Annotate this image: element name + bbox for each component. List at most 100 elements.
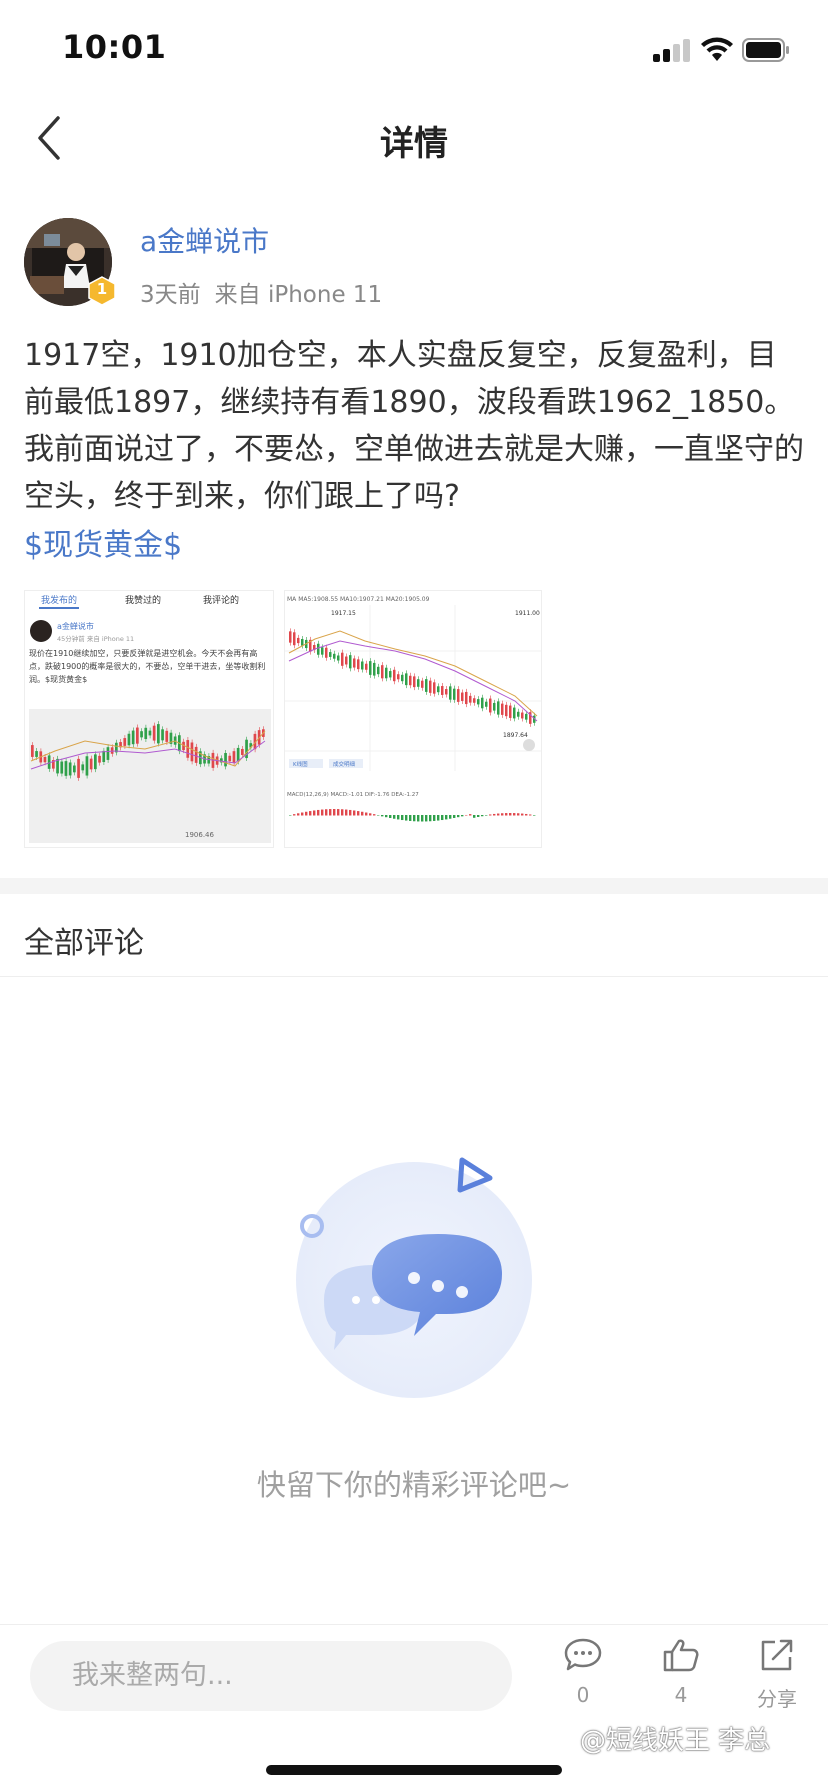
macd-bar — [409, 815, 412, 821]
candle-body — [89, 758, 93, 770]
home-indicator[interactable] — [266, 1765, 562, 1775]
macd-bar — [469, 814, 472, 816]
candle-body — [194, 746, 198, 763]
thumb1-meta: 45分钟前 来自 iPhone 11 — [57, 634, 134, 643]
macd-bar — [445, 815, 448, 820]
macd-bar — [365, 812, 368, 816]
candle-body — [377, 666, 380, 675]
macd-bar — [317, 809, 320, 816]
candle-body — [437, 686, 440, 693]
thumb2-price-right: 1911.00 — [515, 610, 540, 617]
macd-bar — [361, 811, 364, 816]
candle-body — [161, 729, 164, 741]
macd-bar — [405, 815, 408, 821]
macd-bar — [505, 813, 508, 816]
share-button[interactable]: 分享 — [742, 1637, 812, 1712]
candle-body — [481, 697, 484, 709]
macd-bar — [333, 809, 336, 816]
candle-body — [301, 638, 304, 646]
comments-divider — [0, 976, 828, 977]
macd-bar — [349, 809, 352, 816]
candle-body — [501, 703, 504, 715]
post-image-2[interactable]: MA MA5:1908.55 MA10:1907.21 MA20:1905.09… — [284, 590, 542, 848]
macd-bar — [373, 814, 376, 816]
candle-body — [401, 674, 404, 682]
candle-body — [157, 724, 160, 744]
post-text: 1917空，1910加仓空，本人实盘反复空，反复盈利，目前最低1897，继续持有… — [24, 338, 804, 514]
candle-body — [389, 671, 392, 678]
candle-body — [241, 748, 244, 755]
battery-icon — [742, 38, 789, 62]
macd-bar — [481, 815, 484, 817]
macd-bar — [309, 811, 312, 816]
candle-body — [449, 686, 452, 700]
candle-body — [365, 663, 368, 670]
thumb2-price-high: 1917.15 — [331, 610, 356, 617]
candle-body — [457, 689, 460, 702]
candle-body — [525, 713, 528, 720]
author-name[interactable]: a金蝉说市 — [140, 220, 269, 260]
macd-bar — [525, 813, 528, 816]
post-source: 来自 iPhone 11 — [214, 282, 383, 308]
macd-bar — [513, 813, 516, 816]
topic-tag-link[interactable]: $现货黄金$ — [24, 520, 182, 564]
thumb1-tab-liked: 我赞过的 — [125, 594, 161, 606]
candle-body — [517, 711, 520, 717]
author-avatar[interactable]: 1 — [24, 218, 116, 306]
candle-body — [60, 761, 64, 774]
nav-bar: 详情 — [0, 96, 828, 188]
macd-bar — [357, 811, 360, 816]
macd-bar — [385, 815, 388, 818]
candle-body — [297, 637, 300, 644]
candle-body — [73, 765, 76, 773]
candle-body — [357, 659, 360, 670]
candle-body — [353, 658, 356, 668]
candle-body — [94, 754, 97, 770]
comment-count: 0 — [576, 1683, 590, 1707]
thumb2-macd-legend: MACD(12,26,9) MACD:-1.01 DIF:-1.76 DEA:-… — [287, 792, 419, 798]
candle-body — [513, 707, 516, 719]
macd-bar — [517, 813, 520, 816]
candle-body — [190, 742, 194, 762]
candle-body — [321, 647, 324, 655]
candle-body — [110, 747, 114, 754]
like-button[interactable]: 4 — [646, 1637, 716, 1707]
candle-body — [405, 673, 408, 686]
thumb1-text: 现价在1910继续加空，只要反弹就是进空机会。今天不会再有高点，跌破1900的概… — [29, 649, 266, 684]
candle-body — [333, 653, 336, 659]
macd-bar — [377, 815, 380, 816]
candle-body — [493, 702, 496, 711]
macd-bar — [465, 814, 468, 816]
candle-body — [186, 740, 190, 758]
macd-bar — [369, 813, 372, 816]
thumb1-tab-commented: 我评论的 — [203, 594, 239, 606]
candle-body — [341, 652, 344, 666]
macd-bar — [425, 815, 428, 822]
macd-bar — [401, 815, 404, 821]
candle-body — [106, 747, 110, 760]
candle-body — [140, 731, 143, 738]
macd-bar — [493, 813, 496, 816]
candle-body — [345, 656, 348, 665]
macd-bar — [501, 813, 504, 816]
candle-body — [425, 679, 428, 692]
candle-body — [224, 752, 227, 767]
candle-body — [77, 758, 80, 778]
status-time: 10:01 — [62, 28, 167, 66]
comment-input[interactable]: 我来整两句... — [30, 1641, 512, 1711]
comment-bubble-icon — [564, 1638, 602, 1671]
candle-body — [497, 701, 500, 715]
post-image-1[interactable]: 我发布的 我赞过的 我评论的 a金蝉说市 45分钟前 来自 iPhone 11 … — [24, 590, 274, 848]
candle-body — [35, 751, 38, 757]
candle-body — [489, 698, 492, 713]
candle-body — [123, 738, 127, 746]
comment-button[interactable]: 0 — [548, 1637, 618, 1707]
candle-body — [337, 655, 340, 661]
thumb2-price-low: 1897.64 — [503, 732, 528, 739]
candle-body — [409, 675, 412, 686]
candle-body — [433, 682, 436, 694]
macd-bar — [321, 809, 324, 816]
candle-body — [441, 686, 444, 695]
post-image-1-content: 我发布的 我赞过的 我评论的 a金蝉说市 45分钟前 来自 iPhone 11 … — [25, 591, 273, 847]
candle-body — [505, 704, 508, 717]
